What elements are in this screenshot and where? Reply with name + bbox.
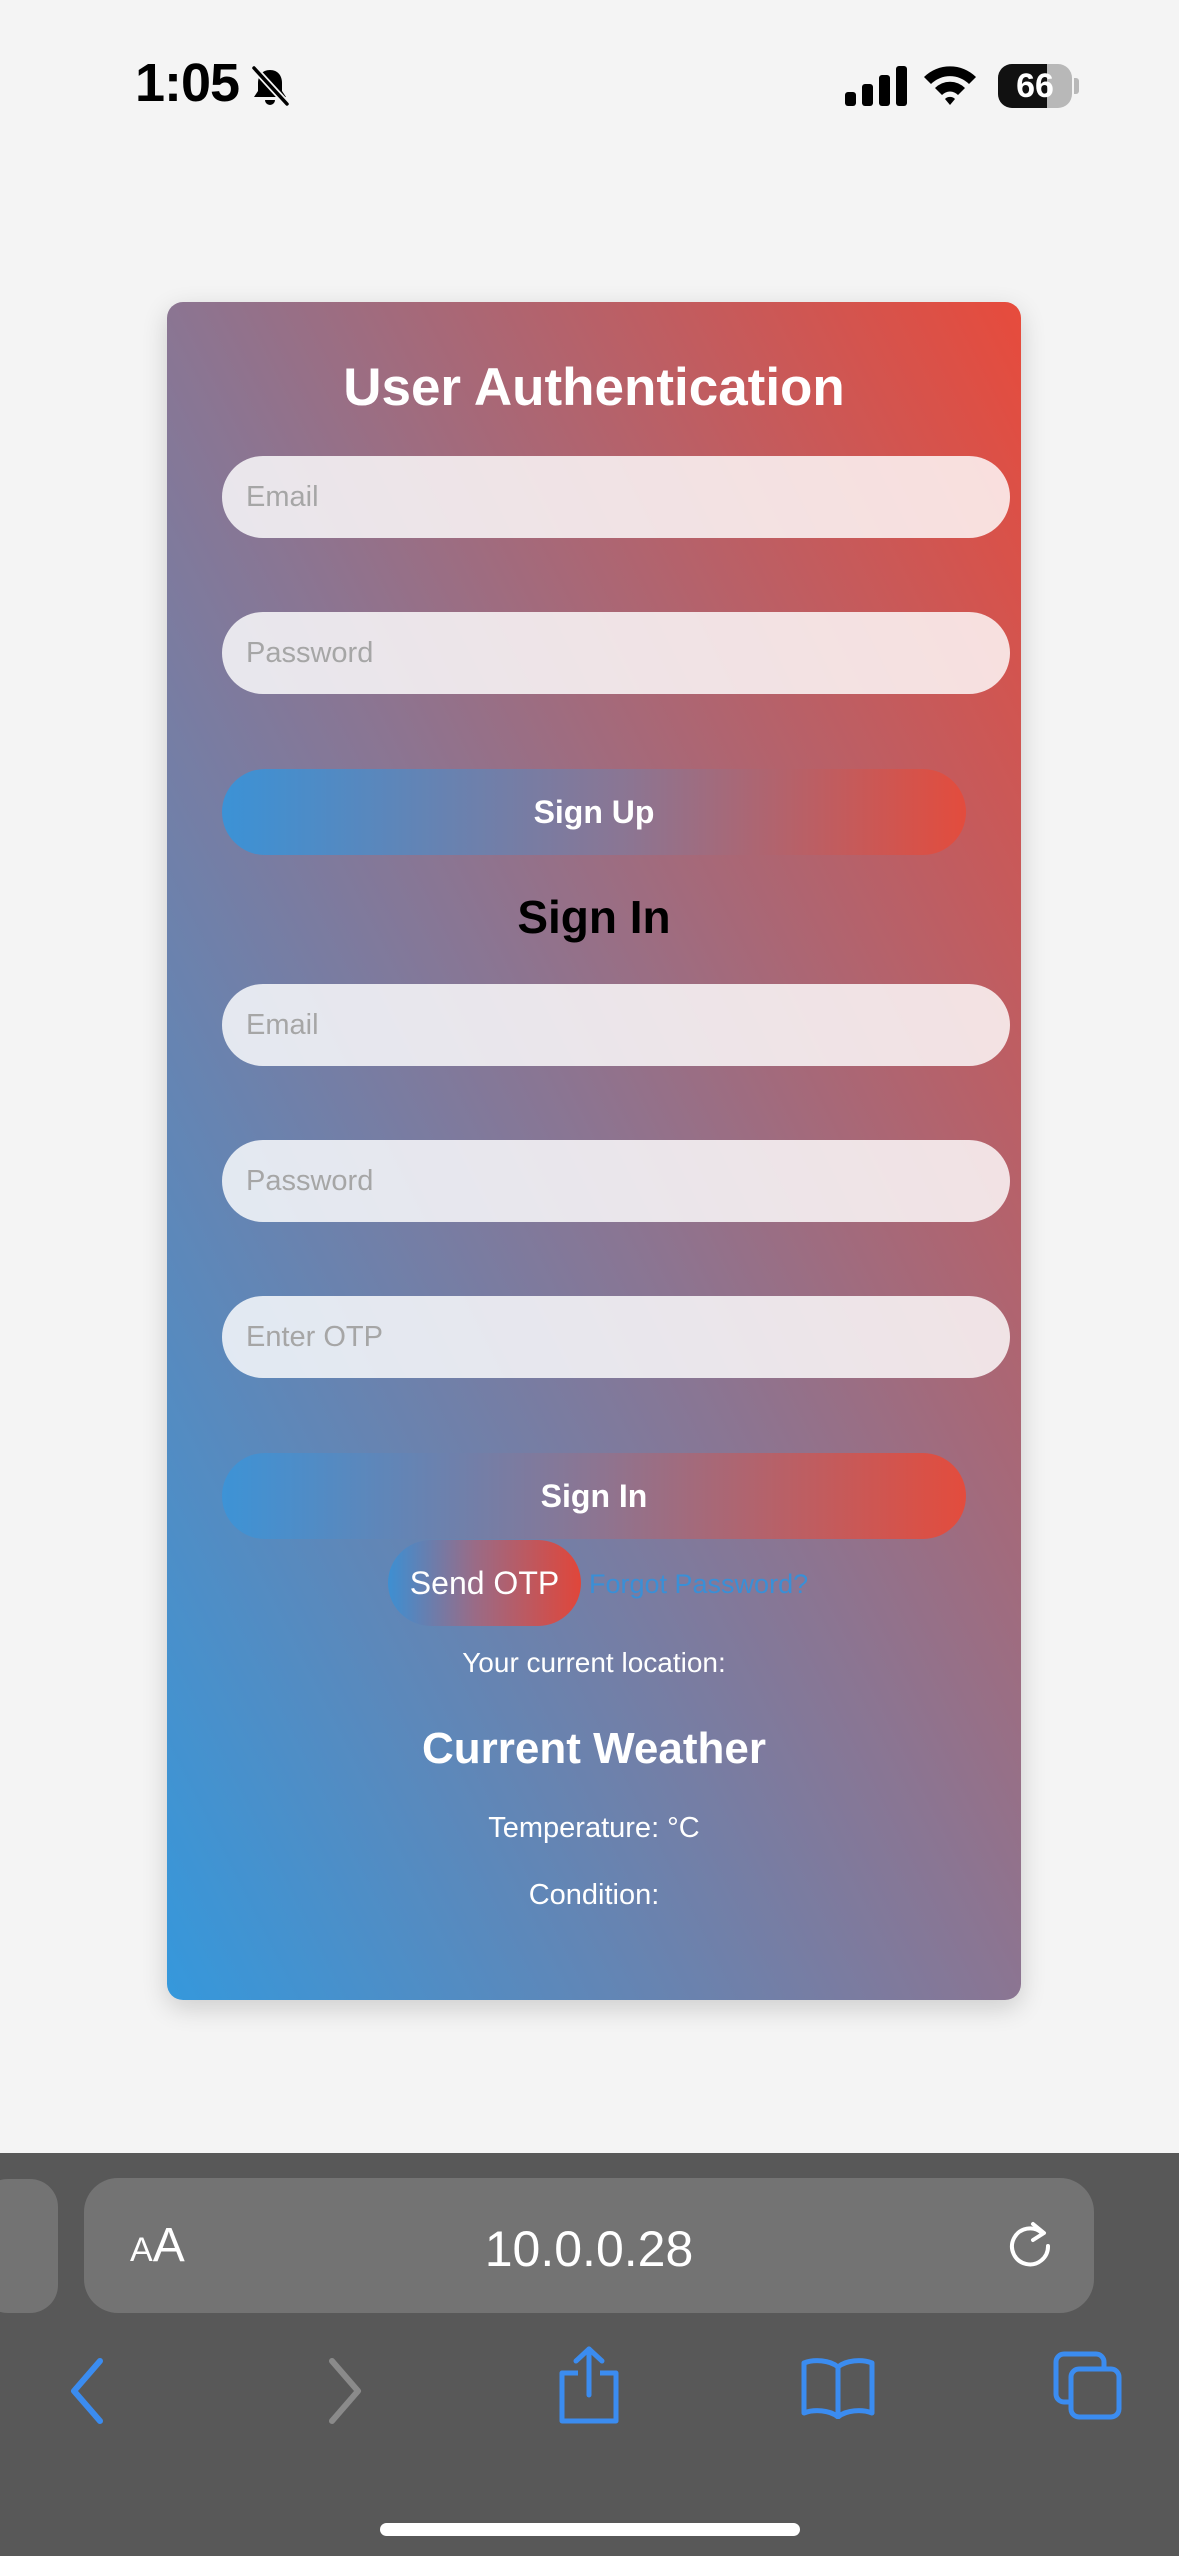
auth-card: User Authentication Sign Up Sign In Sign… — [167, 302, 1021, 2000]
tabs-icon[interactable] — [1053, 2351, 1123, 2421]
wifi-icon — [924, 66, 976, 105]
battery-label: 66 — [1016, 67, 1054, 105]
signup-email-input[interactable] — [222, 456, 1010, 538]
otp-input[interactable] — [222, 1296, 1010, 1378]
home-indicator — [380, 2523, 800, 2536]
status-time: 1:05 — [135, 53, 240, 113]
reload-icon[interactable] — [1002, 2218, 1058, 2274]
sign-in-heading: Sign In — [517, 891, 671, 943]
sign-in-button[interactable]: Sign In — [222, 1453, 966, 1539]
forward-icon[interactable] — [318, 2353, 368, 2429]
signin-password-input[interactable] — [222, 1140, 1010, 1222]
previous-tab-preview[interactable] — [0, 2179, 58, 2313]
cellular-signal-icon — [845, 66, 907, 106]
location-text: Your current location: — [462, 1647, 726, 1678]
page-title: User Authentication — [343, 358, 845, 417]
bookmarks-icon[interactable] — [800, 2355, 876, 2419]
weather-title: Current Weather — [422, 1724, 766, 1773]
sign-up-button[interactable]: Sign Up — [222, 769, 966, 855]
status-bar: 1:05 66 — [0, 0, 1179, 150]
back-icon[interactable] — [64, 2353, 114, 2429]
url-text[interactable]: 10.0.0.28 — [84, 2220, 1094, 2278]
condition-text: Condition: — [528, 1879, 660, 1911]
send-otp-button[interactable]: Send OTP — [388, 1540, 581, 1626]
signin-email-input[interactable] — [222, 984, 1010, 1066]
forgot-password-link[interactable]: Forgot Password? — [589, 1569, 808, 1600]
temperature-text: Temperature: °C — [488, 1812, 700, 1844]
share-icon[interactable] — [556, 2345, 622, 2425]
signup-password-input[interactable] — [222, 612, 1010, 694]
address-bar[interactable]: AA 10.0.0.28 — [84, 2178, 1094, 2313]
browser-toolbar: AA 10.0.0.28 — [0, 2153, 1179, 2556]
battery-icon: 66 — [998, 64, 1079, 108]
bell-slash-icon — [250, 64, 291, 108]
